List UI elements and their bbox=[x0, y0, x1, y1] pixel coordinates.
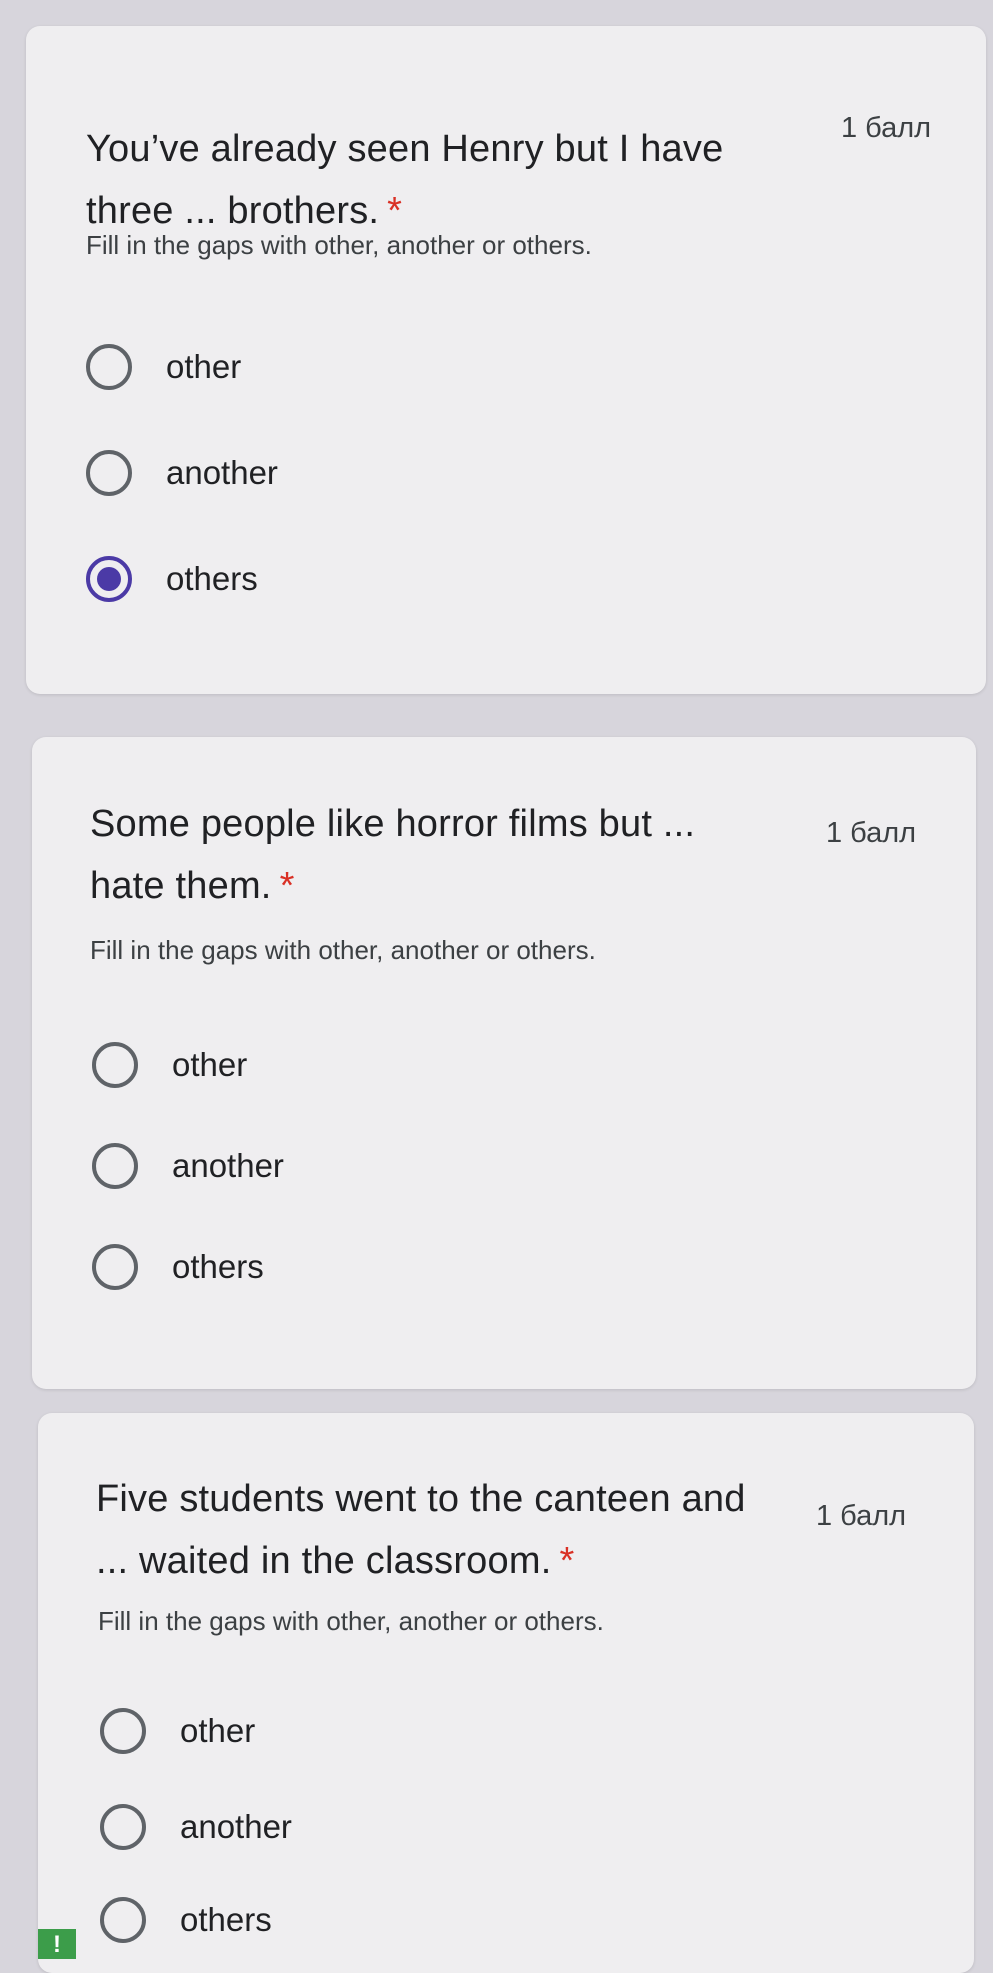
radio-button[interactable] bbox=[86, 344, 132, 390]
question-card-2: Some people like horror films but ... ha… bbox=[32, 737, 976, 1389]
option-label: other bbox=[180, 1712, 256, 1749]
radio-button[interactable] bbox=[86, 450, 132, 496]
question-title: Five students went to the canteen and ..… bbox=[96, 1468, 836, 1592]
radio-button-selected[interactable] bbox=[86, 556, 132, 602]
points-label: 1 балл bbox=[826, 817, 917, 849]
option-another[interactable]: another bbox=[100, 1799, 292, 1855]
option-label: another bbox=[166, 454, 278, 491]
question-title-line-2: ... waited in the classroom. bbox=[96, 1540, 552, 1582]
question-description: Fill in the gaps with other, another or … bbox=[98, 1606, 604, 1636]
radio-button[interactable] bbox=[92, 1042, 138, 1088]
question-title-line-2: three ... brothers. bbox=[86, 190, 380, 232]
option-label: other bbox=[172, 1046, 248, 1083]
option-label: another bbox=[180, 1808, 292, 1845]
option-label: another bbox=[172, 1147, 284, 1184]
option-others[interactable]: others bbox=[92, 1239, 264, 1295]
radio-button[interactable] bbox=[92, 1244, 138, 1290]
question-title-line-1: Some people like horror films but ... bbox=[90, 803, 696, 845]
required-asterisk: * bbox=[559, 1540, 575, 1582]
option-other[interactable]: other bbox=[92, 1037, 247, 1093]
option-label: others bbox=[172, 1248, 264, 1285]
radio-button[interactable] bbox=[100, 1897, 146, 1943]
question-title: You’ve already seen Henry but I have thr… bbox=[86, 118, 816, 242]
radio-selected-dot bbox=[97, 567, 121, 591]
question-title-line-1: You’ve already seen Henry but I have bbox=[86, 128, 724, 170]
option-label: others bbox=[166, 560, 258, 597]
option-another[interactable]: another bbox=[92, 1138, 284, 1194]
option-other[interactable]: other bbox=[86, 339, 241, 395]
radio-button[interactable] bbox=[100, 1708, 146, 1754]
option-other[interactable]: other bbox=[100, 1703, 255, 1759]
radio-button[interactable] bbox=[92, 1143, 138, 1189]
required-asterisk: * bbox=[387, 190, 403, 232]
question-title-line-1: Five students went to the canteen and bbox=[96, 1478, 746, 1520]
option-label: others bbox=[180, 1901, 272, 1938]
question-description: Fill in the gaps with other, another or … bbox=[86, 230, 592, 260]
question-title-line-2: hate them. bbox=[90, 865, 272, 907]
points-label: 1 балл bbox=[816, 1500, 907, 1532]
question-card-1: You’ve already seen Henry but I have thr… bbox=[26, 26, 986, 694]
points-label: 1 балл bbox=[841, 112, 932, 144]
question-description: Fill in the gaps with other, another or … bbox=[90, 935, 596, 965]
question-title: Some people like horror films but ... ha… bbox=[90, 793, 810, 917]
radio-button[interactable] bbox=[100, 1804, 146, 1850]
option-another[interactable]: another bbox=[86, 445, 278, 501]
option-label: other bbox=[166, 348, 242, 385]
alert-badge[interactable]: ! bbox=[38, 1929, 76, 1959]
question-card-3: Five students went to the canteen and ..… bbox=[38, 1413, 974, 1973]
required-asterisk: * bbox=[279, 865, 295, 907]
option-others[interactable]: others bbox=[86, 551, 258, 607]
option-others[interactable]: others bbox=[100, 1892, 272, 1948]
